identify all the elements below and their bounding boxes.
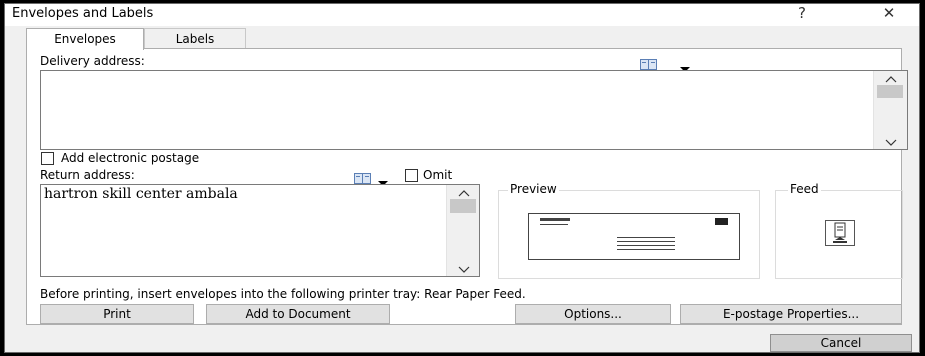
feed-label: Feed bbox=[788, 182, 821, 196]
tab-labels[interactable]: Labels bbox=[144, 28, 246, 48]
printer-tray-note: Before printing, insert envelopes into t… bbox=[40, 287, 526, 301]
omit-label: Omit bbox=[423, 168, 453, 182]
electronic-postage-checkbox[interactable] bbox=[41, 152, 54, 165]
stamp-mark bbox=[715, 218, 728, 225]
return-address-text: hartron skill center ambala bbox=[44, 186, 238, 202]
delivery-address-field[interactable] bbox=[40, 70, 908, 150]
scroll-thumb[interactable] bbox=[877, 85, 903, 98]
help-button[interactable]: ? bbox=[787, 4, 817, 26]
delivery-address-label: Delivery address: bbox=[40, 54, 145, 68]
envelope-preview[interactable] bbox=[528, 213, 740, 260]
electronic-postage-label: Add electronic postage bbox=[61, 151, 200, 165]
return-address-field[interactable]: hartron skill center ambala bbox=[40, 184, 480, 277]
delivery-address-book-icon[interactable] bbox=[640, 55, 657, 70]
return-scrollbar[interactable] bbox=[446, 185, 479, 276]
envelopes-and-labels-dialog: Envelopes and Labels ? ✕ Envelopes Label… bbox=[4, 3, 920, 353]
cancel-button[interactable]: Cancel bbox=[770, 334, 912, 352]
delivery-scrollbar[interactable] bbox=[873, 71, 907, 149]
return-address-label: Return address: bbox=[40, 168, 135, 182]
window-title: Envelopes and Labels bbox=[12, 6, 154, 21]
print-button[interactable]: Print bbox=[40, 304, 194, 324]
scroll-down-icon[interactable] bbox=[874, 137, 908, 150]
close-button[interactable]: ✕ bbox=[869, 4, 909, 26]
add-to-document-button[interactable]: Add to Document bbox=[206, 304, 390, 324]
scroll-down-icon[interactable] bbox=[447, 264, 480, 277]
preview-label: Preview bbox=[508, 182, 559, 196]
options-button[interactable]: Options... bbox=[515, 304, 671, 324]
omit-checkbox[interactable] bbox=[405, 169, 418, 182]
e-postage-properties-button[interactable]: E-postage Properties... bbox=[680, 304, 902, 324]
return-address-book-icon[interactable] bbox=[354, 169, 371, 184]
feed-icon[interactable] bbox=[825, 220, 855, 246]
tab-envelopes[interactable]: Envelopes bbox=[26, 28, 144, 50]
scroll-thumb[interactable] bbox=[450, 199, 476, 213]
